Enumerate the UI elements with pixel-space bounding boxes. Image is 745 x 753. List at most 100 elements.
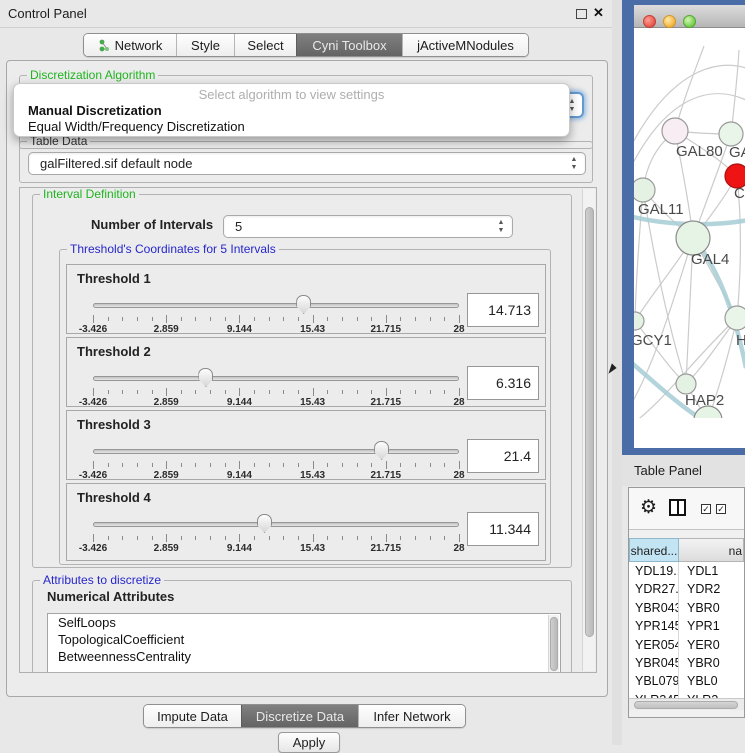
tick-mark [444,536,445,540]
tick-mark [459,534,460,542]
slider-thumb[interactable] [296,295,311,314]
threshold-slider[interactable]: -3.4262.8599.14415.4321.71528 [93,441,459,481]
table-row[interactable]: YDL19...YDL1 [629,562,744,580]
table-row[interactable]: YDR27...YDR2 [629,580,744,598]
tick-mark [386,388,387,396]
table-row[interactable]: YPR145WYPR1 [629,617,744,635]
table-cell: YDR2 [679,580,744,598]
stepper-arrows-icon: ▲▼ [496,219,506,235]
column-header-name[interactable]: na [679,538,744,562]
float-window-icon[interactable] [576,9,587,19]
tab-impute-data[interactable]: Impute Data [144,705,241,727]
checkbox-icon[interactable]: ✓ [701,504,711,514]
column-header-shared-name[interactable]: shared... [629,538,679,562]
number-of-intervals-combobox[interactable]: 5 ▲▼ [223,215,513,238]
threshold-value-field[interactable]: 21.4 [467,439,539,473]
tick-mark [210,463,211,467]
scrollbar-thumb[interactable] [634,701,738,709]
tick-mark [342,463,343,467]
slider-track[interactable] [93,303,459,308]
dropdown-option-manual[interactable]: Manual Discretization [28,103,162,118]
tab-style[interactable]: Style [176,34,234,56]
tick-mark [400,536,401,540]
network-window-titlebar[interactable] [634,5,745,28]
threshold-value-field[interactable]: 6.316 [467,366,539,400]
tab-jactivemnodules[interactable]: jActiveMNodules [402,34,528,56]
list-item[interactable]: TopologicalCoefficient [48,631,560,648]
close-icon[interactable]: ✕ [593,5,604,21]
tick-label: 9.144 [227,543,252,554]
slider-tick-labels: -3.4262.8599.14415.4321.71528 [93,543,459,555]
settings-scrollbar[interactable] [582,189,595,671]
gear-icon[interactable]: ⚙ [640,496,657,519]
threshold-value-field[interactable]: 14.713 [467,293,539,327]
slider-thumb[interactable] [198,368,213,387]
network-view-frame: GAL80GACGAL11GAL4GCY1HHAP2 [622,0,745,455]
table-row[interactable]: YBR043CYBR0 [629,599,744,617]
network-edge [731,50,739,134]
network-node-label: C [734,185,745,202]
slider-thumb[interactable] [374,441,389,460]
tick-mark [371,463,372,467]
tab-select[interactable]: Select [234,34,296,56]
network-node [634,178,655,202]
table-data-combobox[interactable]: galFiltered.sif default node ▲▼ [28,152,586,175]
list-item[interactable]: BetweennessCentrality [48,648,560,665]
threshold-slider[interactable]: -3.4262.8599.14415.4321.71528 [93,295,459,335]
column-layout-icon[interactable] [669,499,686,516]
table-row[interactable]: YBR045CYBR0 [629,654,744,672]
slider-track[interactable] [93,522,459,527]
tick-label: 15.43 [300,470,325,481]
slider-thumb[interactable] [257,514,272,533]
tab-cyni-toolbox[interactable]: Cyni Toolbox [296,34,402,56]
tick-mark [181,317,182,321]
tab-discretize-data[interactable]: Discretize Data [241,705,358,727]
zoom-traffic-light-icon[interactable] [683,15,696,28]
tick-mark [298,317,299,321]
tick-label: 28 [453,543,464,554]
slider-track[interactable] [93,449,459,454]
slider-track[interactable] [93,376,459,381]
checkbox-icon[interactable]: ✓ [716,504,726,514]
table-row[interactable]: YBL079WYBL0 [629,672,744,690]
close-traffic-light-icon[interactable] [643,15,656,28]
table-row[interactable]: YER054CYER0 [629,636,744,654]
apply-button[interactable]: Apply [278,732,340,753]
tick-mark [459,461,460,469]
slider-ticks [93,315,459,323]
dropdown-option-equal-width[interactable]: Equal Width/Frequency Discretization [28,119,245,134]
tab-label: jActiveMNodules [417,38,514,53]
table-horizontal-scrollbar[interactable] [629,698,744,710]
table-row[interactable]: YLR345WYLR3 [629,691,744,698]
network-canvas[interactable]: GAL80GACGAL11GAL4GCY1HHAP2 [634,28,745,418]
tick-mark [122,317,123,321]
tick-mark [430,390,431,394]
tab-network[interactable]: Network [84,34,176,56]
tick-label: 2.859 [154,397,179,408]
list-scrollbar[interactable] [548,615,559,673]
tick-mark [137,536,138,540]
threshold-slider[interactable]: -3.4262.8599.14415.4321.71528 [93,514,459,554]
threshold-slider[interactable]: -3.4262.8599.14415.4321.71528 [93,368,459,408]
tick-mark [269,536,270,540]
tick-mark [225,536,226,540]
table-cell: YDR27... [629,580,679,598]
tick-mark [415,317,416,321]
scrollbar-thumb[interactable] [585,207,594,637]
tick-mark [195,536,196,540]
group-title: Attributes to discretize [40,573,164,587]
numerical-attributes-list[interactable]: SelfLoops TopologicalCoefficient Between… [47,613,561,673]
tick-mark [444,390,445,394]
tick-mark [93,315,94,323]
scrollbar-thumb[interactable] [550,617,558,671]
tick-mark [386,534,387,542]
list-item[interactable]: SelfLoops [48,614,560,631]
threshold-value-field[interactable]: 11.344 [467,512,539,546]
tick-mark [254,390,255,394]
tick-label: 28 [453,324,464,335]
network-node-label: GAL80 [676,143,723,160]
split-line [677,501,679,514]
tab-infer-network[interactable]: Infer Network [358,705,465,727]
tick-mark [327,317,328,321]
minimize-traffic-light-icon[interactable] [663,15,676,28]
